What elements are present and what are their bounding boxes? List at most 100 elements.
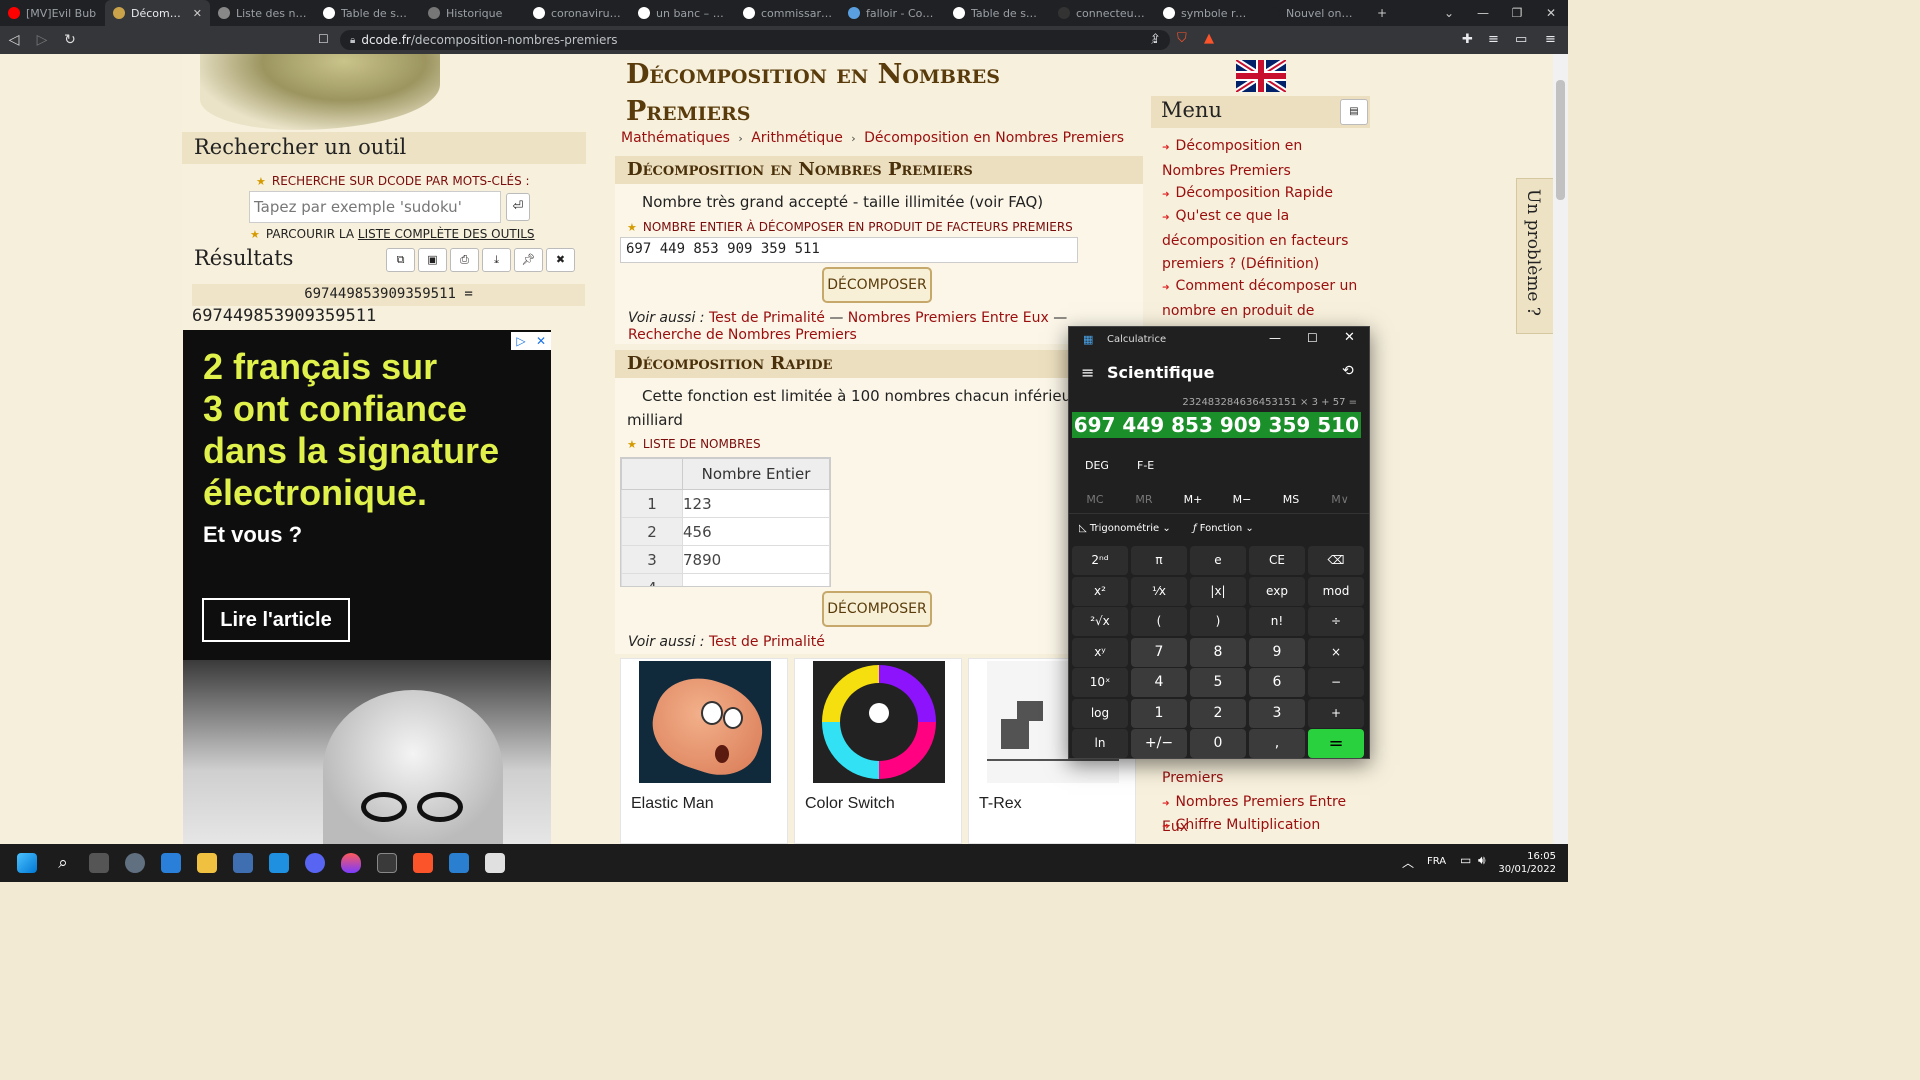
task-view-icon[interactable] — [89, 853, 109, 873]
calc-key[interactable]: ln — [1072, 729, 1128, 758]
forward-icon[interactable]: ▷ — [28, 32, 56, 48]
discord-icon[interactable] — [305, 853, 325, 873]
save-button[interactable]: ▣ — [418, 248, 447, 272]
copy-button[interactable]: ⧉ — [386, 248, 415, 272]
calc-key[interactable]: xʸ — [1072, 637, 1128, 667]
window-minimize-button[interactable]: — — [1466, 6, 1500, 20]
calc-key[interactable]: , — [1249, 729, 1305, 758]
calc-key[interactable]: ²√x — [1072, 607, 1128, 636]
menu-item[interactable]: ➜ Décomposition en Nombres Premiers — [1162, 135, 1368, 183]
calc-key[interactable]: log — [1072, 698, 1128, 728]
calc-key[interactable]: 1 — [1131, 698, 1187, 728]
volume-icon[interactable]: 🔊︎ — [1478, 853, 1486, 868]
tab-search-icon[interactable]: ⌄ — [1432, 6, 1466, 20]
search-submit-button[interactable]: ⏎ — [506, 193, 530, 221]
calc-key[interactable]: +/− — [1131, 729, 1187, 758]
browser-tab[interactable]: un banc – Reche — [630, 0, 735, 26]
deg-button[interactable]: DEG — [1085, 459, 1109, 472]
browser-tab[interactable]: Liste des nombre — [210, 0, 315, 26]
download-button[interactable]: ⤓ — [482, 248, 511, 272]
browser-tab[interactable]: commissariat - R — [735, 0, 840, 26]
browser-tab[interactable]: Historique — [420, 0, 525, 26]
feedback-tab[interactable]: Un problème ? — [1516, 178, 1554, 334]
print-button[interactable]: ⎙ — [450, 248, 479, 272]
calc-key[interactable]: 7 — [1131, 637, 1187, 667]
keyword-search-input[interactable]: Tapez par exemple 'sudoku' — [249, 191, 501, 223]
language-indicator[interactable]: FRA — [1427, 856, 1446, 867]
browser-tab[interactable]: Table de symbole — [945, 0, 1050, 26]
extensions-icon[interactable]: ✚ — [1462, 32, 1473, 47]
reload-icon[interactable]: ↻ — [56, 32, 84, 48]
ad-close-icon[interactable]: ✕ — [531, 332, 551, 350]
search-icon[interactable]: ⌕ — [53, 853, 73, 873]
snipping-tool-icon[interactable] — [485, 853, 505, 873]
calc-key[interactable]: 4 — [1131, 668, 1187, 697]
calc-key[interactable]: π — [1131, 546, 1187, 575]
calc-key[interactable]: 2 — [1190, 698, 1246, 728]
table-row[interactable]: 2 456 — [621, 517, 830, 546]
calc-key[interactable]: n! — [1249, 607, 1305, 636]
browser-tab[interactable]: [MV]Evil Bub — [0, 0, 105, 26]
calc-key[interactable]: 5 — [1190, 668, 1246, 697]
browser-tab[interactable]: connecteur | Lex — [1050, 0, 1155, 26]
menu-toggle-button[interactable]: ▤ — [1340, 99, 1368, 125]
calc-key[interactable]: = — [1308, 729, 1364, 758]
playlist-icon[interactable]: ≡ — [1488, 32, 1499, 47]
memory-button[interactable]: MS — [1267, 493, 1315, 506]
browser-tab[interactable]: Nouvel onglet — [1260, 0, 1365, 26]
window-close-button[interactable]: ✕ — [1534, 6, 1568, 20]
breadcrumb-item[interactable]: Arithmétique — [751, 130, 843, 146]
browser-tab[interactable]: coronavirus franc — [525, 0, 630, 26]
menu-item[interactable]: ➜ Comment décomposer un nombre en produit… — [1162, 275, 1368, 321]
table-row[interactable]: 1 123 — [621, 489, 830, 518]
brave-taskbar-icon[interactable] — [413, 853, 433, 873]
calc-key[interactable]: mod — [1308, 576, 1364, 606]
function-dropdown[interactable]: ƒ Fonction ⌄ — [1193, 523, 1254, 534]
game-card[interactable]: Color Switch — [794, 658, 962, 844]
calc-key[interactable]: 0 — [1190, 729, 1246, 758]
photos-icon[interactable] — [449, 853, 469, 873]
calculator-taskbar-icon[interactable] — [377, 853, 397, 873]
decompose-list-button[interactable]: DÉCOMPOSER — [822, 591, 932, 627]
new-tab-button[interactable]: + — [1365, 6, 1399, 20]
integer-input[interactable]: 697 449 853 909 359 511 — [620, 237, 1078, 263]
calc-key[interactable]: ( — [1131, 607, 1187, 636]
share-icon[interactable]: ⇪ — [1150, 32, 1161, 47]
advertisement[interactable]: ▷ ✕ 2 français sur 3 ont confiance dans … — [183, 330, 551, 844]
window-maximize-button[interactable]: ❐ — [1500, 6, 1534, 20]
calc-key[interactable]: 10ˣ — [1072, 668, 1128, 697]
back-icon[interactable]: ◁ — [0, 32, 28, 48]
browser-tab[interactable]: symbole répéter — [1155, 0, 1260, 26]
menu-item[interactable]: ➜ Décomposition Rapide — [1162, 182, 1368, 207]
memory-button[interactable]: M− — [1218, 493, 1266, 506]
calc-key[interactable]: × — [1308, 637, 1364, 667]
calc-minimize-button[interactable]: — — [1269, 331, 1281, 345]
brave-shield-icon[interactable]: ⛉ — [1177, 31, 1187, 46]
decompose-button[interactable]: DÉCOMPOSER — [822, 267, 932, 303]
see-also-link[interactable]: Nombres Premiers Entre Eux — [848, 310, 1049, 326]
calc-key[interactable]: 2ⁿᵈ — [1072, 546, 1128, 575]
calc-key[interactable]: ⌫ — [1308, 546, 1364, 575]
adchoices-icon[interactable]: ▷ — [511, 332, 531, 350]
file-explorer-icon[interactable] — [197, 853, 217, 873]
calc-key[interactable]: x² — [1072, 576, 1128, 606]
breadcrumb-item[interactable]: Mathématiques — [621, 130, 730, 146]
stack-app-icon[interactable] — [233, 853, 253, 873]
memory-button[interactable]: M∨ — [1316, 493, 1364, 506]
calculator-window[interactable]: ▦ Calculatrice — ☐ ✕ ≡ Scientifique ⟲ 23… — [1068, 326, 1370, 759]
calc-key[interactable]: 6 — [1249, 668, 1305, 697]
game-card[interactable]: Elastic Man — [620, 658, 788, 844]
see-also-link[interactable]: Test de Primalité — [709, 310, 825, 326]
trigonometry-dropdown[interactable]: ◺ Trigonométrie ⌄ — [1079, 523, 1171, 534]
memory-button[interactable]: M+ — [1169, 493, 1217, 506]
menu-item[interactable]: ➜ Chiffre Multiplication — [1162, 814, 1368, 839]
clock[interactable]: 16:05 30/01/2022 — [1498, 850, 1556, 876]
tray-chevron-icon[interactable]: ︿ — [1402, 854, 1414, 871]
calc-key[interactable]: 3 — [1249, 698, 1305, 728]
breadcrumb-item[interactable]: Décomposition en Nombres Premiers — [864, 130, 1124, 146]
table-row[interactable]: 3 7890 — [621, 545, 830, 574]
settings-icon[interactable] — [125, 853, 145, 873]
memory-button[interactable]: MC — [1071, 493, 1119, 506]
network-icon[interactable]: ▭ — [1460, 853, 1471, 867]
fe-button[interactable]: F-E — [1137, 459, 1154, 472]
